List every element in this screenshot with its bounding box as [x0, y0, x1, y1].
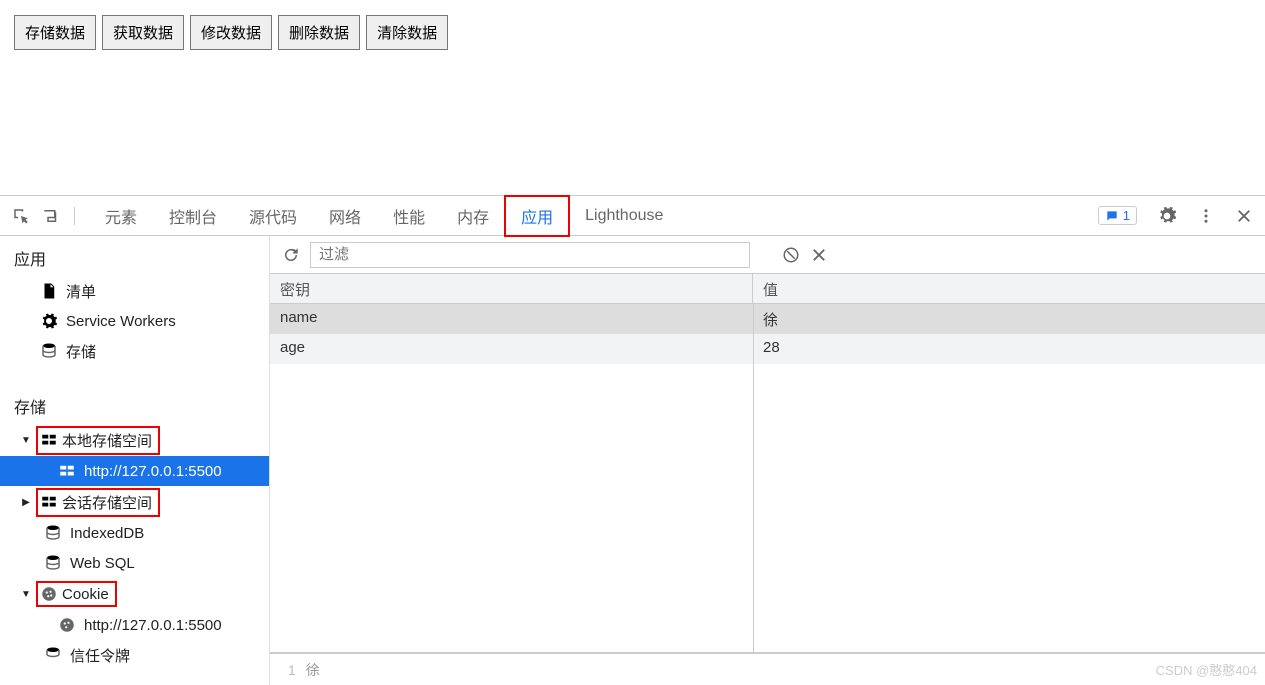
cell-key: age — [270, 334, 753, 364]
tab-network[interactable]: 网络 — [313, 196, 377, 236]
sidebar-item-label: 存储 — [66, 341, 96, 362]
settings-icon[interactable] — [1157, 206, 1177, 226]
database-icon — [40, 342, 58, 360]
grid-icon — [58, 462, 76, 480]
get-button[interactable]: 获取数据 — [102, 15, 184, 50]
tree-indexeddb[interactable]: IndexedDB — [0, 518, 269, 548]
tree-label: IndexedDB — [70, 525, 144, 542]
database-icon — [44, 554, 62, 572]
tree-local-storage-origin[interactable]: http://127.0.0.1:5500 — [0, 456, 269, 486]
messages-badge[interactable]: 1 — [1098, 206, 1137, 225]
chevron-down-icon: ▼ — [20, 589, 32, 600]
sidebar-item-manifest[interactable]: 清单 — [0, 276, 269, 306]
line-number: 1 — [288, 662, 296, 678]
tab-console[interactable]: 控制台 — [153, 196, 233, 236]
gear-icon — [40, 312, 58, 330]
tree-cookie[interactable]: ▼ Cookie — [0, 578, 269, 610]
modify-button[interactable]: 修改数据 — [190, 15, 272, 50]
devtools-panel: 元素 控制台 源代码 网络 性能 内存 应用 Lighthouse 1 — [0, 195, 1265, 685]
storage-content: 密钥 值 name 徐 age 28 1 徐 — [270, 236, 1265, 685]
tree-trust-tokens[interactable]: 信任令牌 — [0, 640, 269, 670]
refresh-icon[interactable] — [282, 246, 300, 264]
content-toolbar — [270, 236, 1265, 274]
storage-table: 密钥 值 name 徐 age 28 — [270, 274, 1265, 653]
tree-label: 会话存储空间 — [62, 492, 152, 513]
tab-sources[interactable]: 源代码 — [233, 196, 313, 236]
device-toggle-icon[interactable] — [42, 207, 60, 225]
grid-icon — [40, 493, 58, 511]
header-key[interactable]: 密钥 — [270, 274, 753, 303]
tab-performance[interactable]: 性能 — [377, 196, 441, 236]
table-header: 密钥 值 — [270, 274, 1265, 304]
sidebar-section-app: 应用 — [0, 236, 269, 276]
tab-memory[interactable]: 内存 — [441, 196, 505, 236]
tab-application[interactable]: 应用 — [505, 196, 569, 236]
delete-selected-icon[interactable] — [810, 246, 828, 264]
devtools-tabs: 元素 控制台 源代码 网络 性能 内存 应用 Lighthouse — [89, 196, 1098, 236]
filter-input[interactable] — [310, 242, 750, 268]
table-row[interactable]: age 28 — [270, 334, 1265, 364]
clear-all-icon[interactable] — [782, 246, 800, 264]
cell-key: name — [270, 304, 753, 334]
header-value[interactable]: 值 — [753, 274, 1265, 303]
messages-count: 1 — [1123, 208, 1130, 223]
tree-label: 信任令牌 — [70, 645, 130, 666]
tree-label: Web SQL — [70, 555, 135, 572]
value-viewer: 1 徐 CSDN @憨憨404 — [270, 653, 1265, 685]
tree-label: 本地存储空间 — [62, 430, 152, 451]
cell-value: 28 — [753, 334, 1265, 364]
tab-elements[interactable]: 元素 — [89, 196, 153, 236]
clear-button[interactable]: 清除数据 — [366, 15, 448, 50]
tree-label: http://127.0.0.1:5500 — [84, 463, 222, 480]
sidebar-item-label: Service Workers — [66, 313, 176, 330]
tree-cookie-origin[interactable]: http://127.0.0.1:5500 — [0, 610, 269, 640]
page-toolbar: 存储数据 获取数据 修改数据 删除数据 清除数据 — [0, 0, 1265, 65]
document-icon — [40, 282, 58, 300]
delete-button[interactable]: 删除数据 — [278, 15, 360, 50]
inspect-icon[interactable] — [12, 207, 30, 225]
tree-label: Cookie — [62, 586, 109, 603]
chevron-right-icon: ▶ — [20, 497, 32, 508]
chevron-down-icon: ▼ — [20, 435, 32, 446]
tree-session-storage[interactable]: ▶ 会话存储空间 — [0, 486, 269, 518]
cookie-icon — [58, 616, 76, 634]
sidebar-item-storage[interactable]: 存储 — [0, 336, 269, 366]
tab-lighthouse[interactable]: Lighthouse — [569, 199, 679, 233]
devtools-top-bar: 元素 控制台 源代码 网络 性能 内存 应用 Lighthouse 1 — [0, 196, 1265, 236]
table-row[interactable]: name 徐 — [270, 304, 1265, 334]
watermark: CSDN @憨憨404 — [1156, 660, 1265, 679]
viewer-text: 徐 — [306, 660, 320, 680]
database-icon — [44, 524, 62, 542]
tree-label: http://127.0.0.1:5500 — [84, 617, 222, 634]
sidebar-item-label: 清单 — [66, 281, 96, 302]
store-button[interactable]: 存储数据 — [14, 15, 96, 50]
database-icon — [44, 646, 62, 664]
tree-websql[interactable]: Web SQL — [0, 548, 269, 578]
more-icon[interactable] — [1197, 207, 1215, 225]
sidebar-item-service-workers[interactable]: Service Workers — [0, 306, 269, 336]
sidebar-section-storage: 存储 — [0, 384, 269, 424]
grid-icon — [40, 431, 58, 449]
cookie-icon — [40, 585, 58, 603]
close-icon[interactable] — [1235, 207, 1253, 225]
cell-value: 徐 — [753, 304, 1265, 334]
application-sidebar: 应用 清单 Service Workers 存储 存储 ▼ 本地存储空间 — [0, 236, 270, 685]
tree-local-storage[interactable]: ▼ 本地存储空间 — [0, 424, 269, 456]
